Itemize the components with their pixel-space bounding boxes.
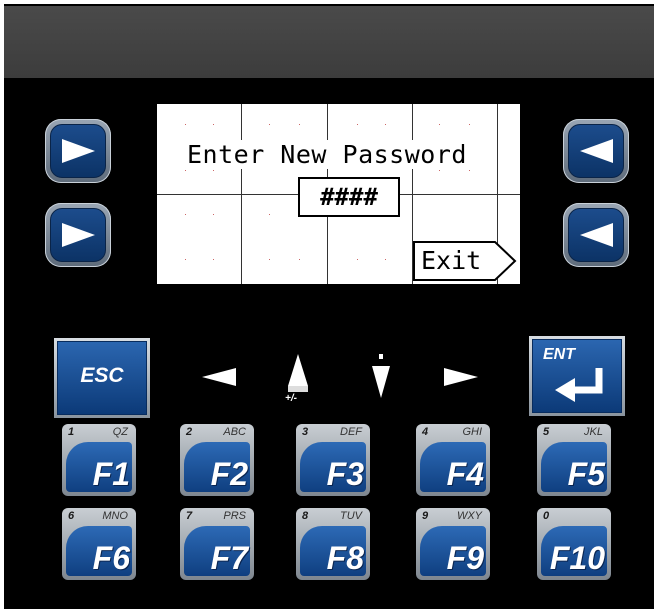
f1-number: 1	[68, 426, 75, 438]
plus-minus-label: +/-	[285, 393, 297, 404]
exit-button[interactable]: Exit	[413, 240, 519, 282]
f5-key[interactable]: 5 JKL F5	[537, 424, 611, 496]
f9-key[interactable]: 9 WXY F9	[416, 508, 490, 580]
f7-letters: PRS	[223, 510, 246, 522]
f5-number: 5	[543, 426, 550, 438]
enter-arrow-icon	[555, 368, 603, 402]
left-soft-key-1[interactable]	[45, 119, 111, 183]
f7-label: F7	[210, 540, 248, 576]
enter-key[interactable]: ENT	[529, 336, 625, 416]
exit-label: Exit	[421, 246, 482, 275]
f3-number: 3	[302, 426, 309, 438]
right-pointer-icon	[62, 223, 95, 247]
f2-label: F2	[210, 456, 248, 492]
left-arrow-key[interactable]	[198, 364, 240, 390]
f9-number: 9	[422, 510, 429, 522]
left-soft-key-2[interactable]	[45, 203, 111, 267]
f9-label: F9	[446, 540, 484, 576]
f2-letters: ABC	[223, 426, 246, 438]
lcd-screen: Enter New Password #### Exit	[157, 104, 520, 284]
right-arrow-key[interactable]	[440, 364, 482, 390]
left-pointer-icon	[580, 139, 613, 163]
f5-label: F5	[567, 456, 605, 492]
f4-number: 4	[422, 426, 429, 438]
esc-label: ESC	[80, 364, 124, 387]
f8-letters: TUV	[340, 510, 362, 522]
f3-key[interactable]: 3 DEF F3	[296, 424, 370, 496]
f8-key[interactable]: 8 TUV F8	[296, 508, 370, 580]
screen-title: Enter New Password	[185, 140, 469, 169]
f4-letters: GHI	[462, 426, 482, 438]
f7-number: 7	[186, 510, 193, 522]
f7-key[interactable]: 7 PRS F7	[180, 508, 254, 580]
title-bar	[4, 6, 654, 78]
f3-label: F3	[326, 456, 364, 492]
down-arrow-key[interactable]	[366, 352, 396, 400]
f1-label: F1	[92, 456, 130, 492]
f5-letters: JKL	[584, 426, 603, 438]
f4-label: F4	[446, 456, 484, 492]
right-soft-key-2[interactable]	[563, 203, 629, 267]
right-pointer-icon	[62, 139, 95, 163]
f6-letters: MNO	[102, 510, 128, 522]
f2-key[interactable]: 2 ABC F2	[180, 424, 254, 496]
f9-letters: WXY	[456, 510, 482, 522]
f10-number: 0	[543, 510, 550, 522]
f4-key[interactable]: 4 GHI F4	[416, 424, 490, 496]
left-pointer-icon	[580, 223, 613, 247]
f3-letters: DEF	[340, 426, 362, 438]
f1-letters: QZ	[112, 426, 128, 438]
f8-number: 8	[302, 510, 309, 522]
f6-number: 6	[68, 510, 75, 522]
f10-label: F10	[549, 540, 605, 576]
esc-key[interactable]: ESC	[54, 338, 150, 418]
f6-key[interactable]: 6 MNO F6	[62, 508, 136, 580]
f1-key[interactable]: 1 QZ F1	[62, 424, 136, 496]
right-soft-key-1[interactable]	[563, 119, 629, 183]
f10-key[interactable]: 0 F10	[537, 508, 611, 580]
f6-label: F6	[92, 540, 130, 576]
password-field[interactable]: ####	[298, 177, 400, 217]
f2-number: 2	[186, 426, 193, 438]
f8-label: F8	[326, 540, 364, 576]
